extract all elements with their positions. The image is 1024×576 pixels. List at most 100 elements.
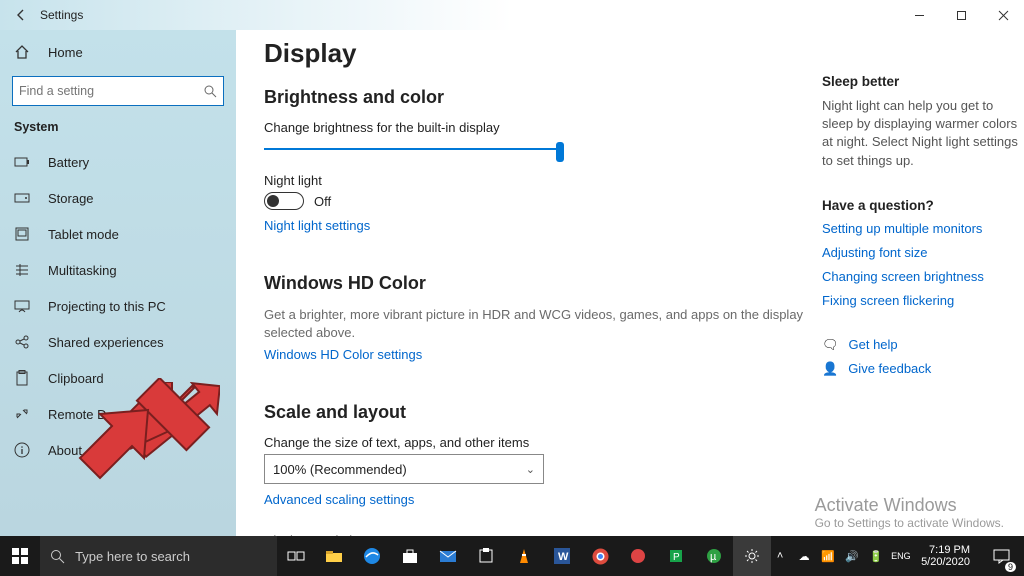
search-box[interactable] (12, 76, 224, 106)
help-link-font[interactable]: Adjusting font size (822, 245, 1022, 260)
tray-volume-icon[interactable]: 🔊 (843, 550, 861, 563)
app3-button[interactable]: P (657, 536, 695, 576)
home-icon (14, 44, 30, 60)
question-heading: Have a question? (822, 198, 1022, 213)
sleep-better-desc: Night light can help you get to sleep by… (822, 97, 1022, 170)
slider-thumb[interactable] (556, 142, 564, 162)
home-label: Home (48, 45, 83, 60)
sidebar-item-label: Remote Desktop (48, 407, 108, 422)
scale-size-select[interactable]: 100% (Recommended) ⌄ (264, 454, 544, 484)
clipboard-icon (14, 370, 30, 386)
sidebar-item-projecting[interactable]: Projecting to this PC (0, 288, 236, 324)
sidebar-item-label: Shared experiences (48, 335, 164, 350)
night-light-settings-link[interactable]: Night light settings (264, 218, 370, 233)
task-view-button[interactable] (277, 536, 315, 576)
multitask-icon (14, 262, 30, 278)
svg-text:µ: µ (710, 551, 717, 563)
tablet-icon (14, 226, 30, 242)
activate-windows-watermark: Activate Windows Go to Settings to activ… (815, 495, 1004, 530)
search-icon (50, 549, 65, 564)
chevron-down-icon: ⌄ (526, 463, 535, 476)
close-button[interactable] (982, 0, 1024, 30)
remote-icon (14, 406, 30, 422)
tray-battery-icon[interactable]: 🔋 (867, 550, 885, 563)
brightness-slider-label: Change brightness for the built-in displ… (264, 120, 804, 135)
sleep-better-heading: Sleep better (822, 74, 1022, 89)
sidebar-item-clipboard[interactable]: Clipboard (0, 360, 236, 396)
windows-icon (12, 548, 28, 564)
tray-onedrive-icon[interactable]: ☁ (795, 550, 813, 563)
sidebar-category: System (0, 114, 236, 144)
svg-text:W: W (558, 551, 569, 563)
help-icon: 🗨 (822, 337, 839, 353)
advanced-scaling-link[interactable]: Advanced scaling settings (264, 492, 414, 507)
back-button[interactable] (8, 2, 34, 28)
sidebar-item-multitask[interactable]: Multitasking (0, 252, 236, 288)
titlebar: Settings (0, 0, 1024, 30)
sidebar-item-label: Tablet mode (48, 227, 119, 242)
share-icon (14, 334, 30, 350)
info-icon (14, 442, 30, 458)
sidebar-item-label: About (48, 443, 82, 458)
toggle-state: Off (314, 194, 331, 209)
brightness-heading: Brightness and color (264, 87, 804, 108)
maximize-button[interactable] (940, 0, 982, 30)
taskbar-search[interactable]: Type here to search (40, 536, 277, 576)
sidebar-item-shared[interactable]: Shared experiences (0, 324, 236, 360)
word-button[interactable]: W (543, 536, 581, 576)
tray-wifi-icon[interactable]: 📶 (819, 550, 837, 563)
store-button[interactable] (391, 536, 429, 576)
sidebar-item-label: Battery (48, 155, 89, 170)
get-help-link[interactable]: 🗨 Get help (822, 337, 1022, 353)
taskbar-search-placeholder: Type here to search (75, 549, 190, 564)
settings-button[interactable] (733, 536, 771, 576)
give-feedback-link[interactable]: 👤 Give feedback (822, 361, 1022, 377)
notification-badge: 9 (1005, 562, 1016, 572)
help-link-brightness[interactable]: Changing screen brightness (822, 269, 1022, 284)
action-center-button[interactable]: 9 (982, 536, 1020, 576)
scale-size-label: Change the size of text, apps, and other… (264, 435, 804, 450)
help-link-monitors[interactable]: Setting up multiple monitors (822, 221, 1022, 236)
slider-track (264, 148, 564, 150)
vlc-button[interactable] (505, 536, 543, 576)
taskbar: Type here to search W P µ ˄ ☁ 📶 🔊 🔋 ENG … (0, 536, 1024, 576)
sidebar-item-about[interactable]: About (0, 432, 236, 468)
feedback-icon: 👤 (822, 361, 838, 377)
sidebar-item-label: Storage (48, 191, 94, 206)
select-value: 100% (Recommended) (273, 462, 407, 477)
storage-icon (14, 190, 30, 206)
help-link-flicker[interactable]: Fixing screen flickering (822, 293, 1022, 308)
hd-color-settings-link[interactable]: Windows HD Color settings (264, 347, 422, 362)
search-icon (203, 84, 217, 98)
minimize-button[interactable] (898, 0, 940, 30)
app2-button[interactable] (619, 536, 657, 576)
taskbar-clock[interactable]: 7:19 PM 5/20/2020 (915, 544, 976, 568)
night-light-toggle[interactable] (264, 192, 304, 210)
sidebar-item-label: Multitasking (48, 263, 117, 278)
home-button[interactable]: Home (0, 34, 236, 70)
app-button[interactable] (467, 536, 505, 576)
night-light-label: Night light (264, 173, 804, 188)
search-input[interactable] (19, 84, 203, 98)
system-tray: ˄ ☁ 📶 🔊 🔋 ENG 7:19 PM 5/20/2020 9 (771, 536, 1024, 576)
svg-text:P: P (673, 552, 680, 563)
brightness-slider[interactable] (264, 139, 564, 159)
tray-language-icon[interactable]: ENG (891, 551, 909, 561)
battery-icon (14, 154, 30, 170)
edge-button[interactable] (353, 536, 391, 576)
file-explorer-button[interactable] (315, 536, 353, 576)
start-button[interactable] (0, 536, 40, 576)
toggle-knob (267, 195, 279, 207)
sidebar-item-tablet[interactable]: Tablet mode (0, 216, 236, 252)
mail-button[interactable] (429, 536, 467, 576)
sidebar-item-battery[interactable]: Battery (0, 144, 236, 180)
scale-heading: Scale and layout (264, 402, 804, 423)
main-content: Display Brightness and color Change brig… (236, 30, 1024, 536)
page-title: Display (264, 38, 804, 69)
utorrent-button[interactable]: µ (695, 536, 733, 576)
sidebar-item-storage[interactable]: Storage (0, 180, 236, 216)
chrome-button[interactable] (581, 536, 619, 576)
tray-chevron-icon[interactable]: ˄ (771, 550, 789, 562)
sidebar-item-remote[interactable]: Remote Desktop (0, 396, 236, 432)
hd-color-heading: Windows HD Color (264, 273, 804, 294)
